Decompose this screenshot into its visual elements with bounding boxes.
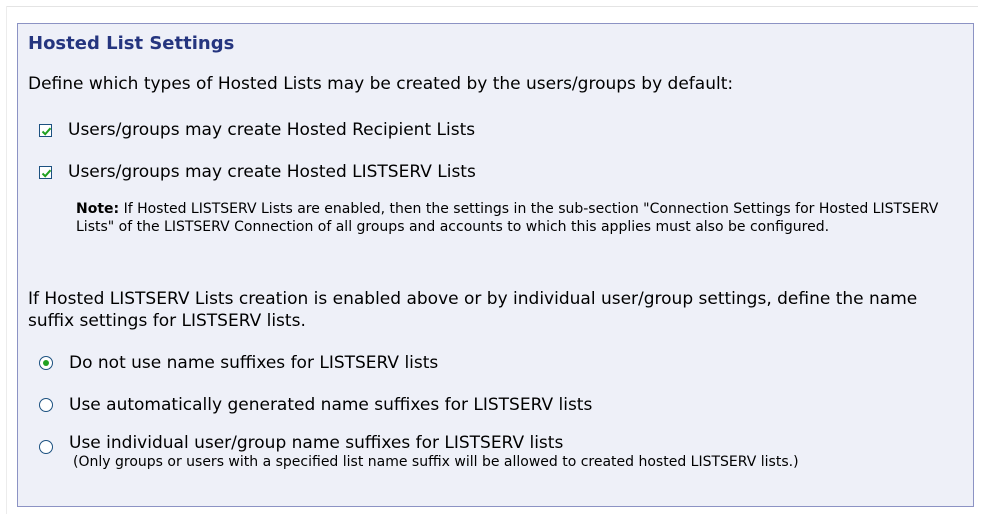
- hosted-recipient-lists-checkbox[interactable]: [39, 123, 52, 137]
- checkmark-icon: [41, 169, 52, 178]
- auto-suffix-radio-row[interactable]: Use automatically generated name suffixe…: [39, 394, 592, 416]
- outer-frame-top: [6, 6, 978, 7]
- note-prefix: Note:: [76, 201, 120, 217]
- note-text: If Hosted LISTSERV Lists are enabled, th…: [76, 201, 939, 235]
- hosted-recipient-lists-label: Users/groups may create Hosted Recipient…: [68, 120, 476, 140]
- no-suffix-radio[interactable]: [39, 356, 53, 370]
- configuration-note: Note: If Hosted LISTSERV Lists are enabl…: [76, 200, 946, 236]
- individual-suffix-subtext: (Only groups or users with a specified l…: [73, 454, 799, 470]
- checkmark-icon: [41, 127, 52, 136]
- hosted-listserv-lists-checkbox[interactable]: [39, 165, 52, 179]
- individual-suffix-label: Use individual user/group name suffixes …: [69, 433, 564, 453]
- individual-suffix-radio[interactable]: [39, 440, 53, 454]
- section-title: Hosted List Settings: [28, 33, 235, 54]
- auto-suffix-label: Use automatically generated name suffixe…: [69, 395, 593, 415]
- hosted-listserv-lists-label: Users/groups may create Hosted LISTSERV …: [68, 162, 476, 182]
- hosted-list-settings-panel: Hosted List Settings Define which types …: [17, 23, 974, 507]
- auto-suffix-radio[interactable]: [39, 398, 53, 412]
- hosted-recipient-lists-checkbox-row[interactable]: Users/groups may create Hosted Recipient…: [39, 119, 475, 141]
- suffix-settings-intro: If Hosted LISTSERV Lists creation is ena…: [28, 289, 918, 331]
- section-intro: Define which types of Hosted Lists may b…: [28, 74, 734, 94]
- radio-selected-dot: [43, 360, 49, 366]
- no-suffix-radio-row[interactable]: Do not use name suffixes for LISTSERV li…: [39, 352, 438, 374]
- outer-frame-left: [6, 6, 7, 514]
- hosted-listserv-lists-checkbox-row[interactable]: Users/groups may create Hosted LISTSERV …: [39, 161, 476, 183]
- no-suffix-label: Do not use name suffixes for LISTSERV li…: [69, 353, 439, 373]
